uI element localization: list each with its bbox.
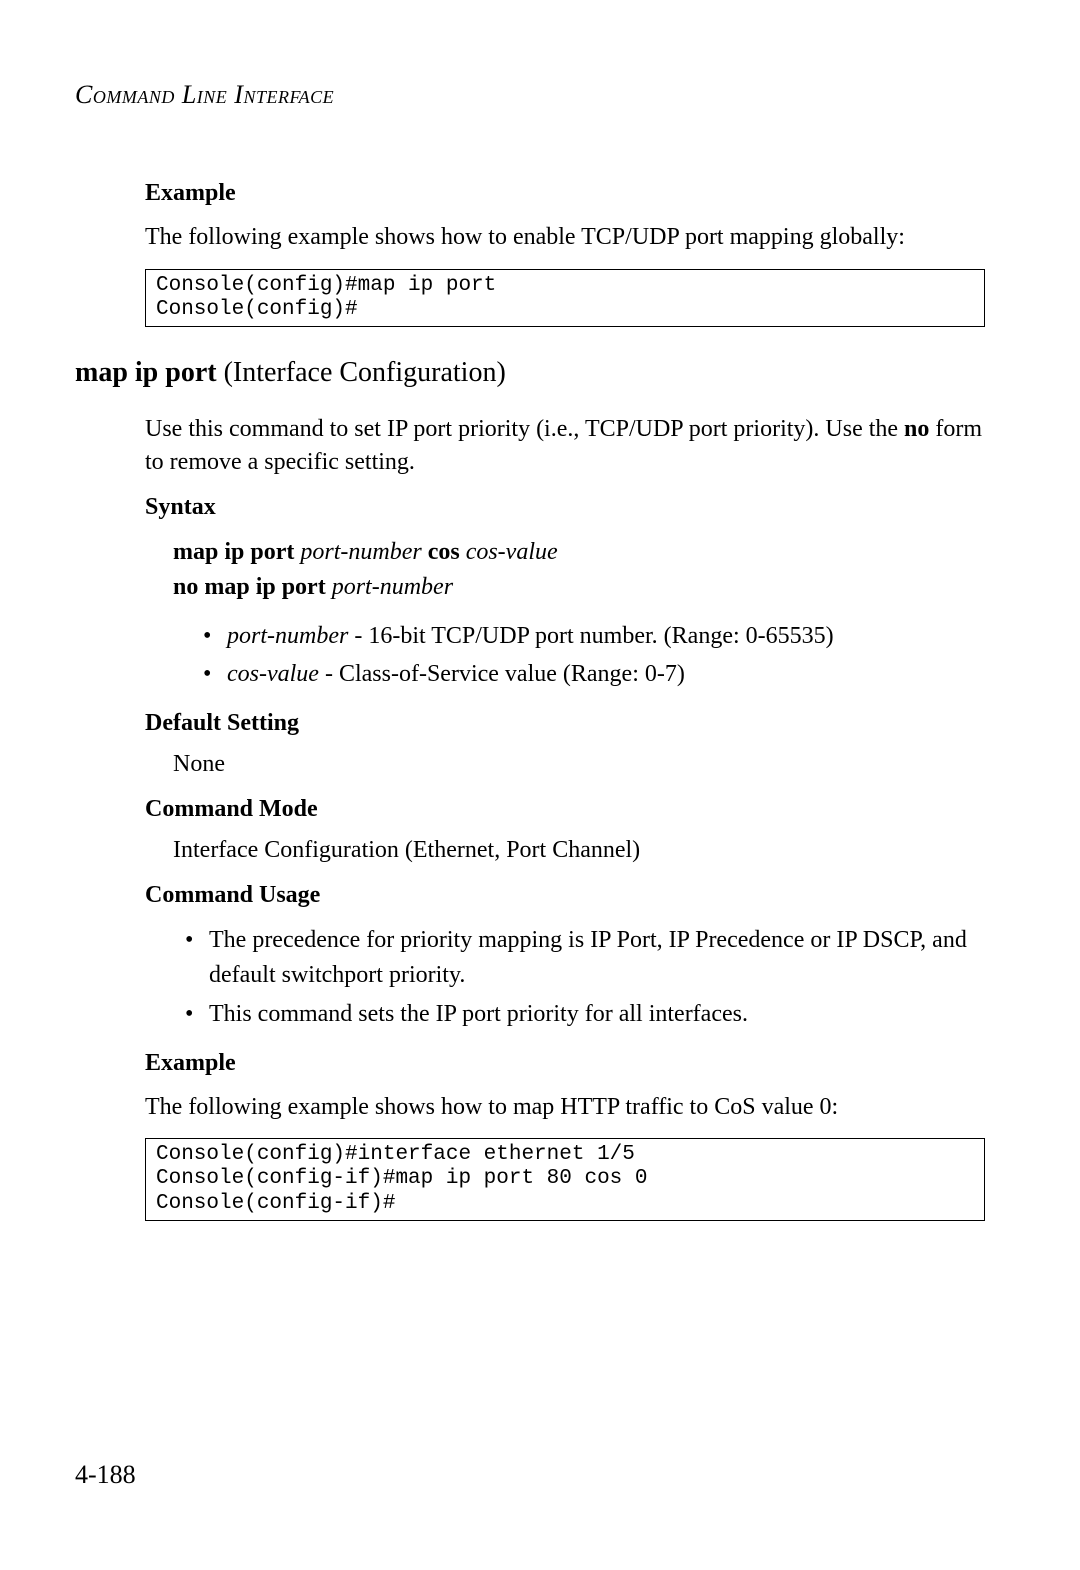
param-desc-2: - Class-of-Service value (Range: 0-7) <box>319 661 685 687</box>
example-text-1: The following example shows how to enabl… <box>145 221 985 255</box>
example-heading-2: Example <box>145 1050 985 1077</box>
syntax-lines: map ip port port-number cos cos-value no… <box>173 535 985 605</box>
list-item: • port-number - 16-bit TCP/UDP port numb… <box>203 619 985 654</box>
syntax-l1-arg1: port-number <box>300 539 421 565</box>
usage-item-2: This command sets the IP port priority f… <box>209 997 985 1032</box>
usage-item-1: The precedence for priority mapping is I… <box>209 923 985 993</box>
intro-paragraph: Use this command to set IP port priority… <box>145 413 985 480</box>
syntax-l1-cmd: map ip port <box>173 539 294 565</box>
mode-heading: Command Mode <box>145 796 985 823</box>
syntax-heading: Syntax <box>145 494 985 521</box>
example-heading-1: Example <box>145 180 985 207</box>
param-name-1: port-number <box>227 623 348 649</box>
list-item: • This command sets the IP port priority… <box>185 997 985 1032</box>
syntax-param-list: • port-number - 16-bit TCP/UDP port numb… <box>203 619 985 693</box>
mode-value: Interface Configuration (Ethernet, Port … <box>173 837 985 864</box>
default-value: None <box>173 751 985 778</box>
page-number: 4-188 <box>75 1460 136 1490</box>
syntax-l2-cmd: no map ip port <box>173 574 326 600</box>
usage-heading: Command Usage <box>145 882 985 909</box>
default-heading: Default Setting <box>145 710 985 737</box>
param-name-2: cos-value <box>227 661 319 687</box>
section-title: map ip port (Interface Configuration) <box>75 357 985 389</box>
code-block-2: Console(config)#interface ethernet 1/5 C… <box>145 1138 985 1220</box>
intro-part-a: Use this command to set IP port priority… <box>145 416 904 442</box>
page-header: Command Line Interface <box>75 80 985 110</box>
usage-list: • The precedence for priority mapping is… <box>185 923 985 1031</box>
list-item: • The precedence for priority mapping is… <box>185 923 985 993</box>
syntax-l2-arg: port-number <box>332 574 453 600</box>
syntax-l1-cos: cos <box>428 539 460 565</box>
section-title-cmd: map ip port <box>75 357 217 388</box>
code-block-1: Console(config)#map ip port Console(conf… <box>145 269 985 327</box>
section-title-context: (Interface Configuration) <box>217 357 506 388</box>
intro-no-keyword: no <box>904 416 929 442</box>
example-text-2: The following example shows how to map H… <box>145 1091 985 1125</box>
param-desc-1: - 16-bit TCP/UDP port number. (Range: 0-… <box>348 623 833 649</box>
list-item: • cos-value - Class-of-Service value (Ra… <box>203 657 985 692</box>
syntax-l1-arg2: cos-value <box>466 539 558 565</box>
